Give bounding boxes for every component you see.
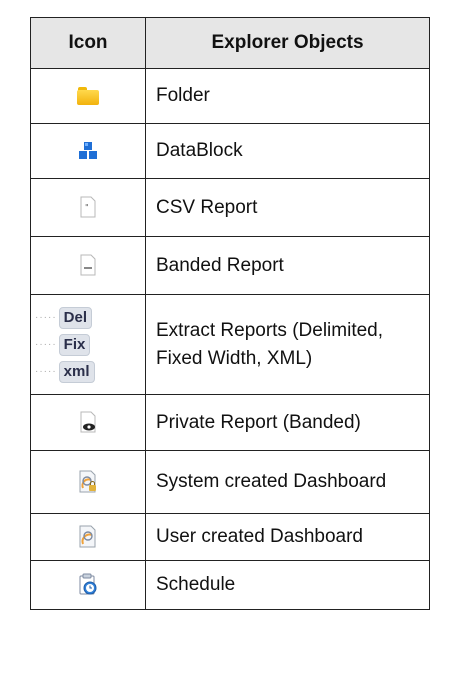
row-label: User created Dashboard: [145, 513, 430, 561]
row-label: Private Report (Banded): [145, 394, 430, 451]
table-row: DataBlock: [30, 123, 430, 179]
row-label: Folder: [145, 68, 430, 124]
schedule-icon: [79, 573, 97, 595]
table-row: ····· Del ····· Fix ····· xml Extract Repor…: [30, 294, 430, 395]
table-row: Schedule: [30, 560, 430, 610]
fix-badge-icon: Fix: [58, 333, 91, 356]
table-row: " CSV Report: [30, 178, 430, 237]
header-explorer-objects: Explorer Objects: [145, 17, 430, 69]
header-icon: Icon: [30, 17, 146, 69]
private-report-icon: [80, 411, 96, 433]
table-row: Banded Report: [30, 236, 430, 295]
folder-icon: [77, 86, 99, 105]
extract-reports-icon: ····· Del ····· Fix ····· xml: [31, 306, 145, 383]
table-row: User created Dashboard: [30, 513, 430, 561]
row-label: CSV Report: [145, 178, 430, 237]
explorer-objects-table: Icon Explorer Objects Folder DataBlock "…: [30, 17, 430, 610]
row-label: System created Dashboard: [145, 450, 430, 514]
row-label: Schedule: [145, 560, 430, 610]
xml-badge-icon: xml: [58, 360, 95, 383]
row-label: Extract Reports (Delimited, Fixed Width,…: [145, 294, 430, 395]
table-header-row: Icon Explorer Objects: [30, 17, 430, 69]
svg-text:": ": [85, 203, 89, 212]
user-dashboard-icon: [79, 525, 96, 548]
csv-report-icon: ": [80, 196, 96, 218]
explorer-objects-table-wrapper: Icon Explorer Objects Folder DataBlock "…: [30, 17, 430, 610]
table-row: Private Report (Banded): [30, 394, 430, 451]
datablock-icon: [79, 141, 97, 159]
banded-report-icon: [80, 254, 96, 276]
row-label: Banded Report: [145, 236, 430, 295]
table-row: System created Dashboard: [30, 450, 430, 514]
table-row: Folder: [30, 68, 430, 124]
del-badge-icon: Del: [58, 306, 92, 329]
row-label: DataBlock: [145, 123, 430, 179]
system-dashboard-icon: [79, 470, 96, 493]
